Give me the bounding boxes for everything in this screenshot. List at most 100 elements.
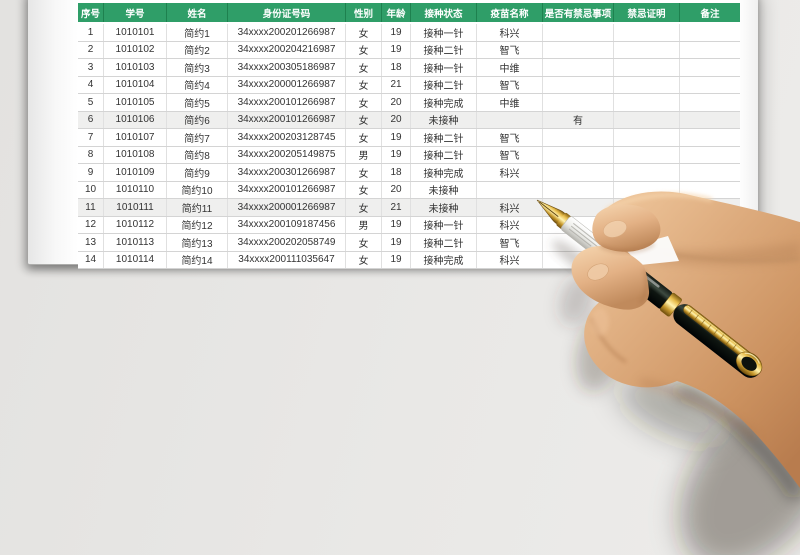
cell — [680, 251, 741, 269]
vaccination-table: 序号学号姓名身份证号码性别年龄接种状态疫苗名称是否有禁忌事项禁忌证明备注 110… — [78, 3, 740, 269]
cell — [680, 199, 741, 217]
spreadsheet-paper: 序号学号姓名身份证号码性别年龄接种状态疫苗名称是否有禁忌事项禁忌证明备注 110… — [28, 0, 758, 265]
cell: 1010107 — [104, 129, 167, 147]
cell — [543, 59, 614, 77]
cell — [614, 251, 680, 269]
cell — [614, 111, 680, 129]
table-row: 41010104简约434xxxx200001266987女21接种二针智飞 — [78, 76, 740, 94]
cell: 男 — [346, 146, 382, 164]
cell: 19 — [382, 129, 411, 147]
cell: 智飞 — [477, 41, 543, 59]
cell: 科兴 — [477, 199, 543, 217]
pen-end-center — [739, 354, 760, 374]
cell: 5 — [78, 94, 104, 112]
cell: 34xxxx200109187456 — [228, 216, 346, 234]
table-row: 141010114简约1434xxxx200111035647女19接种完成科兴 — [78, 251, 740, 269]
column-header: 禁忌证明 — [614, 3, 680, 23]
column-header: 性别 — [346, 3, 382, 23]
cell — [543, 234, 614, 252]
end-button-glint — [745, 351, 761, 365]
cell: 男 — [346, 216, 382, 234]
table-row: 91010109简约934xxxx200301266987女18接种完成科兴 — [78, 164, 740, 182]
cell: 中维 — [477, 94, 543, 112]
column-header: 疫苗名称 — [477, 3, 543, 23]
cell: 智飞 — [477, 76, 543, 94]
cell — [614, 234, 680, 252]
cell: 19 — [382, 41, 411, 59]
cell — [543, 216, 614, 234]
cell: 简约3 — [167, 59, 228, 77]
cell: 1010110 — [104, 181, 167, 199]
cell: 10 — [78, 181, 104, 199]
cell — [543, 146, 614, 164]
cell: 智飞 — [477, 146, 543, 164]
cell: 女 — [346, 76, 382, 94]
cell: 8 — [78, 146, 104, 164]
cell: 简约13 — [167, 234, 228, 252]
cell — [680, 76, 741, 94]
table-row: 71010107简约734xxxx200203128745女19接种二针智飞 — [78, 129, 740, 147]
cell: 11 — [78, 199, 104, 217]
cell: 1010108 — [104, 146, 167, 164]
cell: 接种二针 — [411, 146, 477, 164]
cell — [614, 23, 680, 41]
column-header: 身份证号码 — [228, 3, 346, 23]
cell — [477, 111, 543, 129]
cell: 34xxxx200111035647 — [228, 251, 346, 269]
cell: 1010103 — [104, 59, 167, 77]
cell: 20 — [382, 111, 411, 129]
cell: 1010114 — [104, 251, 167, 269]
header-row: 序号学号姓名身份证号码性别年龄接种状态疫苗名称是否有禁忌事项禁忌证明备注 — [78, 3, 740, 23]
cell: 1010112 — [104, 216, 167, 234]
cell: 女 — [346, 199, 382, 217]
cell: 19 — [382, 251, 411, 269]
cell: 简约14 — [167, 251, 228, 269]
cell: 简约5 — [167, 94, 228, 112]
cell: 女 — [346, 234, 382, 252]
pen-clip — [682, 303, 755, 363]
cell: 接种完成 — [411, 164, 477, 182]
cell: 34xxxx200204216987 — [228, 41, 346, 59]
hand-shadow — [548, 235, 800, 555]
cell: 简约1 — [167, 23, 228, 41]
table-row: 51010105简约534xxxx200101266987女20接种完成中维 — [78, 94, 740, 112]
cell: 1010109 — [104, 164, 167, 182]
cell — [614, 94, 680, 112]
cell: 接种一针 — [411, 23, 477, 41]
cell: 34xxxx200203128745 — [228, 129, 346, 147]
cell: 女 — [346, 251, 382, 269]
cell — [680, 94, 741, 112]
cell: 女 — [346, 164, 382, 182]
cell: 20 — [382, 94, 411, 112]
cell: 简约8 — [167, 146, 228, 164]
pen-end-button — [732, 347, 767, 381]
cell: 简约2 — [167, 41, 228, 59]
cap-highlight — [684, 305, 747, 355]
cell: 34xxxx200201266987 — [228, 23, 346, 41]
cell — [680, 111, 741, 129]
cell — [614, 216, 680, 234]
pen-cap — [669, 300, 766, 383]
cell: 4 — [78, 76, 104, 94]
cell — [680, 41, 741, 59]
cell: 9 — [78, 164, 104, 182]
table-row: 11010101简约134xxxx200201266987女19接种一针科兴 — [78, 23, 740, 41]
cell: 科兴 — [477, 251, 543, 269]
cell: 34xxxx200301266987 — [228, 164, 346, 182]
cell: 2 — [78, 41, 104, 59]
cell — [543, 76, 614, 94]
cell — [543, 129, 614, 147]
cell: 科兴 — [477, 23, 543, 41]
cell: 13 — [78, 234, 104, 252]
cell — [614, 146, 680, 164]
cell: 女 — [346, 23, 382, 41]
table-row: 81010108简约834xxxx200205149875男19接种二针智飞 — [78, 146, 740, 164]
cell: 1010102 — [104, 41, 167, 59]
cell — [680, 234, 741, 252]
cell: 20 — [382, 181, 411, 199]
column-header: 学号 — [104, 3, 167, 23]
cell: 19 — [382, 216, 411, 234]
cell: 简约11 — [167, 199, 228, 217]
cell: 未接种 — [411, 181, 477, 199]
cell: 有 — [543, 111, 614, 129]
